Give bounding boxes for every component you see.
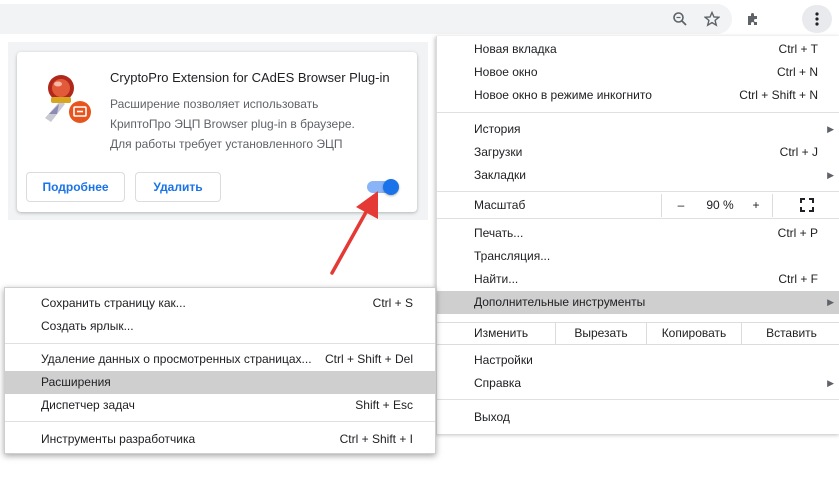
address-bar[interactable] <box>0 4 732 34</box>
zoom-out-button[interactable]: – <box>661 194 700 217</box>
browser-toolbar <box>0 0 839 38</box>
description-line: Для работы требует установленного ЭЦП <box>110 137 343 151</box>
menu-item-label: Загрузки <box>474 145 523 159</box>
menu-item-label: Расширения <box>41 375 111 389</box>
menu-divider <box>5 421 435 422</box>
menu-item-cast[interactable]: Трансляция... <box>437 245 839 268</box>
menu-item-shortcut: Ctrl + Shift + N <box>739 88 818 102</box>
menu-item-help[interactable]: Справка ▶ <box>437 372 839 395</box>
menu-item-shortcut: Ctrl + T <box>778 42 818 56</box>
menu-item-label: Справка <box>474 376 522 390</box>
menu-item-shortcut: Shift + Esc <box>355 398 413 412</box>
kebab-menu-icon[interactable] <box>802 5 832 33</box>
menu-divider <box>5 343 435 344</box>
edit-label: Изменить <box>474 326 529 340</box>
menu-item-shortcut: Ctrl + Shift + I <box>339 432 413 446</box>
submenu-item-task-manager[interactable]: Диспетчер задач Shift + Esc <box>5 394 435 417</box>
menu-item-find[interactable]: Найти... Ctrl + F <box>437 268 839 291</box>
extension-description: Расширение позволяет использовать Крипто… <box>110 94 400 154</box>
menu-item-shortcut: Ctrl + F <box>778 272 818 286</box>
menu-item-shortcut: Ctrl + P <box>777 226 818 240</box>
remove-button[interactable]: Удалить <box>135 172 221 202</box>
puzzle-icon[interactable] <box>743 9 763 29</box>
menu-item-shortcut: Ctrl + S <box>372 296 413 310</box>
menu-divider <box>437 112 839 113</box>
more-tools-submenu: Сохранить страницу как... Ctrl + S Созда… <box>4 287 436 454</box>
fullscreen-icon[interactable] <box>772 194 839 217</box>
menu-item-label: Настройки <box>474 353 533 367</box>
menu-item-new-tab[interactable]: Новая вкладка Ctrl + T <box>437 38 839 61</box>
menu-item-downloads[interactable]: Загрузки Ctrl + J <box>437 141 839 164</box>
menu-item-settings[interactable]: Настройки <box>437 349 839 372</box>
annotation-arrow <box>330 191 378 275</box>
magnifier-icon[interactable] <box>670 9 690 29</box>
menu-item-label: История <box>474 122 521 136</box>
menu-item-more-tools[interactable]: Дополнительные инструменты ▶ <box>437 291 839 314</box>
star-icon[interactable] <box>702 9 722 29</box>
menu-item-exit[interactable]: Выход <box>437 406 839 429</box>
menu-item-label: Сохранить страницу как... <box>41 296 186 310</box>
menu-item-history[interactable]: История ▶ <box>437 118 839 141</box>
submenu-arrow-icon: ▶ <box>827 297 834 307</box>
submenu-item-create-shortcut[interactable]: Создать ярлык... <box>5 315 435 338</box>
menu-item-label: Диспетчер задач <box>41 398 135 412</box>
edit-row: Изменить Вырезать Копировать Вставить <box>437 322 839 345</box>
submenu-item-dev-tools[interactable]: Инструменты разработчика Ctrl + Shift + … <box>5 428 435 451</box>
zoom-in-button[interactable]: + <box>741 194 771 217</box>
menu-item-shortcut: Ctrl + Shift + Del <box>324 352 413 366</box>
menu-item-label: Новая вкладка <box>474 42 557 56</box>
zoom-label: Масштаб <box>474 198 526 212</box>
menu-item-label: Печать... <box>474 226 524 240</box>
menu-divider <box>437 218 839 219</box>
menu-item-label: Закладки <box>474 168 526 182</box>
description-line: Расширение позволяет использовать <box>110 97 319 111</box>
submenu-item-extensions[interactable]: Расширения <box>5 371 435 394</box>
menu-item-label: Создать ярлык... <box>41 319 134 333</box>
submenu-item-clear-data[interactable]: Удаление данных о просмотренных страница… <box>5 348 435 371</box>
description-line: КриптоПро ЭЦП Browser plug-in в браузере… <box>110 117 355 131</box>
zoom-value: 90 % <box>706 198 734 212</box>
submenu-item-save-page[interactable]: Сохранить страницу как... Ctrl + S <box>5 292 435 315</box>
submenu-arrow-icon: ▶ <box>827 378 834 388</box>
chrome-main-menu: Новая вкладка Ctrl + T Новое окно Ctrl +… <box>436 36 839 434</box>
menu-item-shortcut: Ctrl + N <box>776 65 818 79</box>
menu-item-print[interactable]: Печать... Ctrl + P <box>437 222 839 245</box>
menu-item-label: Удаление данных о просмотренных страница… <box>41 352 312 366</box>
menu-divider <box>437 399 839 400</box>
cryptopro-logo-icon <box>39 70 95 126</box>
menu-item-label: Найти... <box>474 272 519 286</box>
menu-item-label: Выход <box>474 410 510 424</box>
submenu-arrow-icon: ▶ <box>827 170 834 180</box>
menu-item-label: Новое окно <box>474 65 538 79</box>
copy-button[interactable]: Копировать <box>646 323 741 344</box>
paste-button[interactable]: Вставить <box>741 323 839 344</box>
submenu-arrow-icon: ▶ <box>827 124 834 134</box>
menu-item-new-window[interactable]: Новое окно Ctrl + N <box>437 61 839 84</box>
zoom-row: Масштаб – 90 % + <box>437 194 839 217</box>
cut-button[interactable]: Вырезать <box>555 323 646 344</box>
extension-title: CryptoPro Extension for CAdES Browser Pl… <box>110 70 390 85</box>
menu-item-label: Новое окно в режиме инкогнито <box>474 88 652 102</box>
menu-item-shortcut: Ctrl + J <box>779 145 818 159</box>
menu-item-label: Дополнительные инструменты <box>474 295 646 309</box>
menu-item-bookmarks[interactable]: Закладки ▶ <box>437 164 839 187</box>
menu-item-label: Инструменты разработчика <box>41 432 196 446</box>
menu-item-incognito[interactable]: Новое окно в режиме инкогнито Ctrl + Shi… <box>437 84 839 107</box>
details-button[interactable]: Подробнее <box>26 172 125 202</box>
menu-divider <box>437 191 839 192</box>
menu-item-label: Трансляция... <box>474 249 551 263</box>
